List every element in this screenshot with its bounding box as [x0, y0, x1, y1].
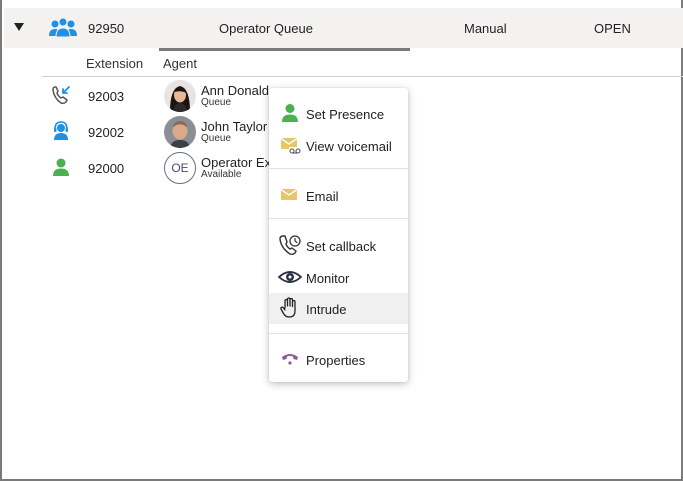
- menu-item-label: Email: [306, 189, 339, 204]
- phone-incoming-icon: [52, 86, 70, 105]
- avatar: [164, 116, 196, 148]
- agent-extension: 92003: [88, 89, 125, 104]
- callback-clock-icon: [279, 235, 301, 256]
- agent-extension: 92002: [88, 125, 125, 140]
- menu-item-label: Monitor: [306, 271, 350, 286]
- menu-item-monitor[interactable]: Monitor: [269, 262, 408, 293]
- menu-separator: [269, 168, 408, 169]
- menu-item-label: View voicemail: [306, 139, 392, 154]
- menu-item-view-voicemail[interactable]: View voicemail: [269, 130, 408, 161]
- group-number: 92950: [88, 21, 125, 36]
- menu-separator: [269, 218, 408, 219]
- context-menu: Set Presence View voicemail Email Set ca…: [269, 88, 408, 382]
- app-frame: 92950 Operator Queue Manual OPEN Extensi…: [0, 0, 683, 481]
- menu-item-label: Properties: [306, 353, 366, 368]
- menu-item-label: Set Presence: [306, 107, 385, 122]
- eye-icon: [278, 271, 302, 283]
- column-header-agent[interactable]: Agent: [163, 56, 197, 71]
- avatar-initials: OE: [164, 152, 196, 184]
- menu-item-set-presence[interactable]: Set Presence: [269, 98, 408, 129]
- phone-handset-icon: [282, 354, 298, 365]
- column-header-extension[interactable]: Extension: [86, 56, 143, 71]
- expand-collapse-caret-icon[interactable]: [14, 23, 24, 31]
- menu-separator: [269, 333, 408, 334]
- agent-status: Queue: [201, 133, 232, 144]
- person-available-icon: [53, 158, 69, 176]
- agent-extension: 92000: [88, 161, 125, 176]
- group-status: OPEN: [594, 21, 631, 36]
- queue-group-header[interactable]: 92950 Operator Queue Manual OPEN: [4, 8, 683, 48]
- person-presence-icon: [282, 104, 298, 122]
- hand-icon: [280, 297, 296, 318]
- menu-item-label: Intrude: [306, 302, 347, 317]
- menu-item-intrude[interactable]: Intrude: [269, 293, 408, 324]
- agent-status: Queue: [201, 97, 232, 108]
- email-envelope-icon: [280, 188, 298, 200]
- menu-item-properties[interactable]: Properties: [269, 344, 408, 375]
- menu-item-email[interactable]: Email: [269, 180, 408, 211]
- voicemail-envelope-icon: [280, 137, 301, 154]
- people-group-icon: [49, 17, 77, 38]
- menu-item-set-callback[interactable]: Set callback: [269, 230, 408, 261]
- group-mode: Manual: [464, 21, 507, 36]
- column-headers: Extension Agent: [42, 48, 683, 77]
- agent-name: Operator Ex: [201, 155, 272, 170]
- headset-agent-icon: [54, 121, 68, 140]
- agent-status: Available: [201, 169, 242, 180]
- column-sort-indicator: [159, 48, 410, 51]
- menu-item-label: Set callback: [306, 239, 377, 254]
- group-name: Operator Queue: [219, 21, 313, 36]
- agent-name: John Taylor: [201, 119, 268, 134]
- agent-name: Ann Donald: [201, 83, 269, 98]
- avatar: [164, 80, 196, 112]
